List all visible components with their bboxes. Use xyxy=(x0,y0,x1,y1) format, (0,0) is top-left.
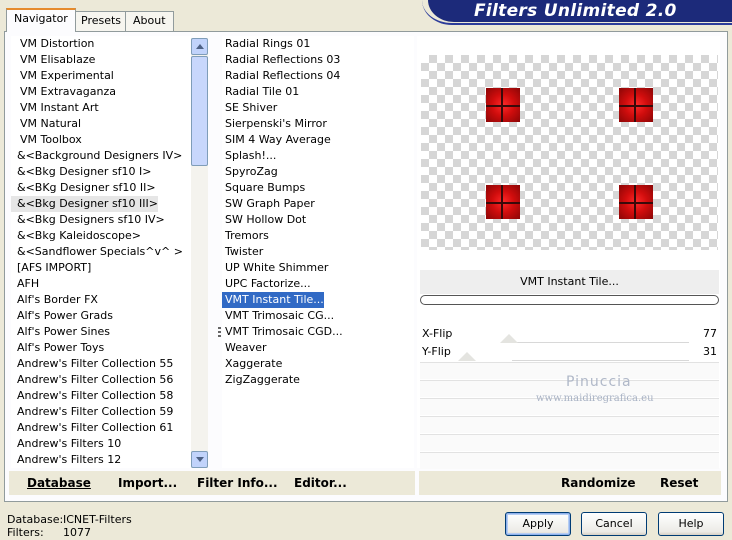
category-list[interactable]: VM Distortion VM Elisablaze VM Experimenta… xyxy=(11,36,191,468)
filter-list[interactable]: Radial Rings 01 Radial Reflections 03 Radi… xyxy=(222,36,414,468)
category-item[interactable]: Andrew's Filter Collection 58 xyxy=(11,388,173,404)
filter-item[interactable]: SW Graph Paper xyxy=(222,196,315,212)
category-item[interactable]: Alf's Border FX xyxy=(11,292,98,308)
category-scrollbar[interactable] xyxy=(191,38,208,468)
category-item[interactable]: Andrew's Filters 12 xyxy=(11,452,121,468)
filter-item[interactable]: Radial Tile 01 xyxy=(222,84,299,100)
category-item[interactable]: VM Extravaganza xyxy=(11,84,116,100)
cancel-button[interactable]: Cancel xyxy=(581,512,647,536)
category-item[interactable]: Alf's Power Sines xyxy=(11,324,110,340)
preview-image xyxy=(421,55,718,250)
database-value: ICNET-Filters xyxy=(63,513,132,526)
import-button[interactable]: Import... xyxy=(118,476,177,490)
category-item[interactable]: Andrew's Filter Collection 55 xyxy=(11,356,173,372)
category-item[interactable]: &<Bkg Designers sf10 IV> xyxy=(11,212,165,228)
filter-item[interactable]: VMT Trimosaic CG... xyxy=(222,308,334,324)
filter-item[interactable]: VMT Instant Tile... xyxy=(222,292,324,308)
y-flip-value: 31 xyxy=(703,345,717,358)
filter-item[interactable]: SIM 4 Way Average xyxy=(222,132,331,148)
category-item[interactable]: AFH xyxy=(11,276,39,292)
tab-presets[interactable]: Presets xyxy=(73,11,130,31)
category-item[interactable]: &<Bkg Designer sf10 I> xyxy=(11,164,152,180)
category-item[interactable]: [AFS IMPORT] xyxy=(11,260,91,276)
filter-item[interactable]: UPC Factorize... xyxy=(222,276,311,292)
y-flip-slider[interactable]: Y-Flip 31 xyxy=(420,344,719,361)
category-item[interactable]: VM Instant Art xyxy=(11,100,99,116)
splitter-grip[interactable] xyxy=(218,327,221,339)
scroll-thumb[interactable] xyxy=(191,56,208,166)
filter-item[interactable]: Splash!... xyxy=(222,148,276,164)
empty-slider-row xyxy=(420,416,719,433)
category-item[interactable]: Andrew's Filter Collection 59 xyxy=(11,404,173,420)
database-button[interactable]: Database xyxy=(27,476,91,490)
filter-item[interactable]: UP White Shimmer xyxy=(222,260,328,276)
filter-item[interactable]: Radial Rings 01 xyxy=(222,36,310,52)
filter-item[interactable]: Radial Reflections 03 xyxy=(222,52,340,68)
progress-bar xyxy=(420,295,719,305)
category-item[interactable]: Andrew's Filter Collection 61 xyxy=(11,420,173,436)
category-item[interactable]: &<Bkg Kaleidoscope> xyxy=(11,228,141,244)
arrow-up-icon xyxy=(195,44,204,49)
filter-item[interactable]: Twister xyxy=(222,244,263,260)
preview-tile xyxy=(619,88,653,122)
x-flip-value: 77 xyxy=(703,327,717,340)
filter-item[interactable]: Tremors xyxy=(222,228,269,244)
arrow-down-icon xyxy=(195,457,204,462)
filter-item[interactable]: Xaggerate xyxy=(222,356,282,372)
filter-item[interactable]: ZigZaggerate xyxy=(222,372,300,388)
slider-thumb[interactable] xyxy=(500,334,518,343)
category-item[interactable]: Andrew's Filter Collection 56 xyxy=(11,372,173,388)
scroll-down-button[interactable] xyxy=(191,451,208,468)
filter-item[interactable]: SpyroZag xyxy=(222,164,278,180)
category-item[interactable]: VM Natural xyxy=(11,116,81,132)
category-item[interactable]: &<BKg Designer sf10 II> xyxy=(11,180,156,196)
y-flip-label: Y-Flip xyxy=(422,345,451,358)
filters-count: 1077 xyxy=(63,526,91,539)
x-flip-slider[interactable]: X-Flip 77 xyxy=(420,326,719,343)
watermark-name: Pinuccia xyxy=(566,374,632,390)
filters-label: Filters: xyxy=(7,526,44,539)
category-item[interactable]: VM Elisablaze xyxy=(11,52,95,68)
slider-track[interactable] xyxy=(512,339,689,343)
filter-item[interactable]: Weaver xyxy=(222,340,267,356)
empty-slider-row xyxy=(420,434,719,451)
category-item[interactable]: Andrew's Filters 10 xyxy=(11,436,121,452)
slider-thumb[interactable] xyxy=(458,352,476,361)
preview-tile xyxy=(619,185,653,219)
help-button[interactable]: Help xyxy=(658,512,724,536)
category-item[interactable]: VM Toolbox xyxy=(11,132,82,148)
filter-item[interactable]: SW Hollow Dot xyxy=(222,212,306,228)
category-item[interactable]: &<Bkg Designer sf10 III> xyxy=(11,196,159,212)
scroll-up-button[interactable] xyxy=(191,38,208,55)
apply-button[interactable]: Apply xyxy=(505,512,571,536)
current-filter-name: VMT Instant Tile... xyxy=(420,270,719,294)
preview-tile xyxy=(486,88,520,122)
category-item[interactable]: VM Experimental xyxy=(11,68,114,84)
category-item[interactable]: VM Distortion xyxy=(11,36,94,52)
category-item[interactable]: Alf's Power Toys xyxy=(11,340,104,356)
database-label: Database: xyxy=(7,513,64,526)
tab-about[interactable]: About xyxy=(125,11,174,31)
tab-navigator[interactable]: Navigator xyxy=(6,8,76,32)
filter-item[interactable]: Square Bumps xyxy=(222,180,305,196)
filter-info-button[interactable]: Filter Info... xyxy=(197,476,278,490)
editor-button[interactable]: Editor... xyxy=(294,476,347,490)
slider-track[interactable] xyxy=(512,357,689,361)
watermark-site: www.maidiregrafica.eu xyxy=(536,393,654,404)
empty-slider-row xyxy=(420,452,719,469)
category-item[interactable]: Alf's Power Grads xyxy=(11,308,113,324)
filter-item[interactable]: Radial Reflections 04 xyxy=(222,68,340,84)
category-item[interactable]: &<Background Designers IV> xyxy=(11,148,182,164)
x-flip-label: X-Flip xyxy=(422,327,453,340)
preview-tile xyxy=(486,185,520,219)
filter-item[interactable]: VMT Trimosaic CGD... xyxy=(222,324,343,340)
category-item[interactable]: &<Sandflower Specials^v^ > xyxy=(11,244,183,260)
reset-button[interactable]: Reset xyxy=(660,476,698,490)
filter-item[interactable]: SE Shiver xyxy=(222,100,277,116)
app-title: Filters Unlimited 2.0 xyxy=(474,1,677,21)
randomize-button[interactable]: Randomize xyxy=(561,476,635,490)
filter-item[interactable]: Sierpenski's Mirror xyxy=(222,116,327,132)
